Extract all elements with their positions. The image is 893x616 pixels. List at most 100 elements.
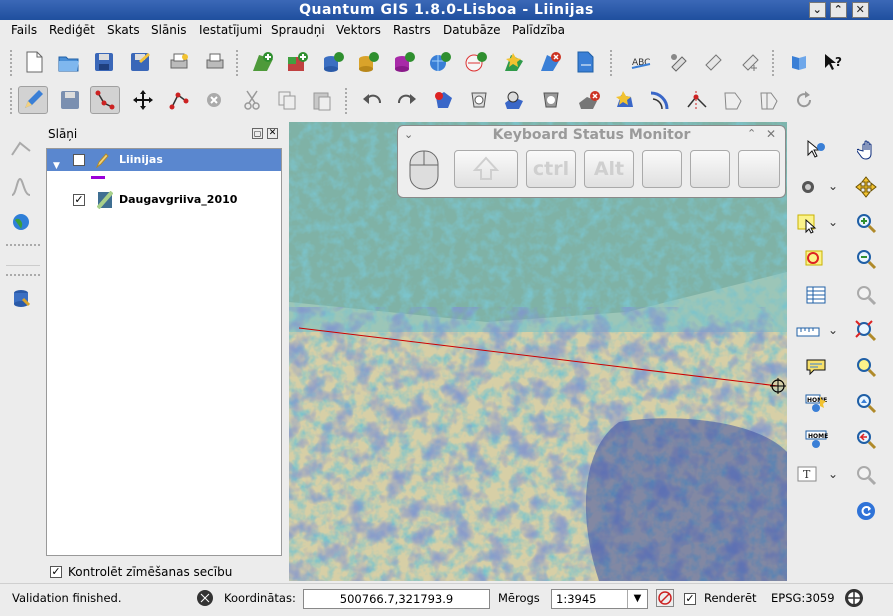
add-part-icon[interactable] <box>500 86 530 114</box>
move-feature-icon[interactable] <box>128 86 158 114</box>
node-tool-icon[interactable] <box>164 86 194 114</box>
add-raster-layer-icon[interactable] <box>283 48 313 76</box>
map-tips-icon[interactable] <box>802 353 830 381</box>
new-bookmark-icon[interactable]: HOME <box>802 389 830 417</box>
menu-help[interactable]: Palīdzība <box>512 23 565 37</box>
label-tool-icon[interactable]: ABC <box>627 48 657 76</box>
add-wms-layer-icon[interactable] <box>425 48 455 76</box>
float-panel-icon[interactable]: ▢ <box>252 128 263 139</box>
open-attribute-table-icon[interactable] <box>802 281 830 309</box>
run-feature-action-icon[interactable] <box>794 173 822 201</box>
menu-view[interactable]: Skats <box>107 23 140 37</box>
new-project-icon[interactable] <box>19 48 49 76</box>
identify-features-icon[interactable] <box>802 136 830 164</box>
crs-status-icon[interactable] <box>843 587 865 612</box>
menu-raster[interactable]: Rastrs <box>393 23 431 37</box>
cut-features-icon[interactable] <box>237 86 267 114</box>
toolbar-grip[interactable] <box>10 50 14 76</box>
layer-item-daugavgriiva[interactable]: ✓ Daugavgriiva_2010 <box>47 189 281 211</box>
deselect-all-icon[interactable] <box>802 245 830 273</box>
minimize-button[interactable]: ⌄ <box>809 2 826 18</box>
layer-visibility-checkbox[interactable]: ✓ <box>73 154 85 166</box>
rotate-point-symbols-icon[interactable] <box>789 86 819 114</box>
ksm-menu-icon[interactable]: ⌄ <box>404 128 413 141</box>
copy-features-icon[interactable] <box>272 86 302 114</box>
toolbar-grip[interactable] <box>236 50 240 76</box>
dropdown-arrow-icon[interactable]: ⌄ <box>828 323 838 337</box>
zoom-in-icon[interactable] <box>852 209 880 237</box>
split-features-icon[interactable] <box>682 86 712 114</box>
move-label-icon[interactable] <box>735 48 765 76</box>
refresh-map-icon[interactable] <box>852 497 880 525</box>
toolbar-grip[interactable] <box>610 50 614 76</box>
menu-settings[interactable]: Iestatījumi <box>199 23 262 37</box>
histogram-icon[interactable] <box>6 172 36 200</box>
select-features-icon[interactable] <box>794 209 822 237</box>
render-checkbox[interactable]: ✓ <box>684 593 696 605</box>
dropdown-arrow-icon[interactable]: ⌄ <box>828 215 838 229</box>
layer-visibility-checkbox[interactable]: ✓ <box>73 194 85 206</box>
toolbar-grip[interactable] <box>10 88 14 114</box>
help-book-icon[interactable] <box>784 48 814 76</box>
dropdown-arrow-icon[interactable]: ⌄ <box>828 467 838 481</box>
open-project-icon[interactable] <box>54 48 84 76</box>
menu-edit[interactable]: Rediģēt <box>49 23 95 37</box>
show-bookmarks-icon[interactable]: HOME <box>802 425 830 453</box>
whats-this-icon[interactable]: ? <box>818 48 848 76</box>
paste-features-icon[interactable] <box>307 86 337 114</box>
merge-features-icon[interactable] <box>718 86 748 114</box>
pan-map-icon[interactable] <box>854 136 882 164</box>
add-postgis-layer-icon[interactable] <box>318 48 348 76</box>
zoom-full-icon[interactable] <box>852 317 880 345</box>
undo-icon[interactable] <box>357 86 387 114</box>
coords-field[interactable]: 500766.7,321793.9 <box>303 589 490 609</box>
delete-selected-icon[interactable] <box>199 86 229 114</box>
add-wcs-layer-icon[interactable] <box>461 48 491 76</box>
save-edits-icon[interactable] <box>55 86 85 114</box>
expand-arrow-icon[interactable]: ▼ <box>53 155 60 177</box>
composer-manager-icon[interactable] <box>200 48 230 76</box>
toggle-editing-icon[interactable] <box>18 86 48 114</box>
stop-render-icon[interactable] <box>656 589 674 607</box>
text-annotation-icon[interactable]: T <box>794 461 822 489</box>
remove-layer-icon[interactable] <box>536 48 566 76</box>
toolbar-grip[interactable] <box>345 88 349 114</box>
zoom-native-resolution-icon[interactable] <box>852 425 880 453</box>
ksm-close-icon[interactable]: ✕ <box>766 127 776 141</box>
menu-layer[interactable]: Slānis <box>151 23 187 37</box>
save-as-icon[interactable] <box>125 48 155 76</box>
add-feature-icon[interactable] <box>90 86 120 114</box>
new-gpx-layer-icon[interactable] <box>571 48 601 76</box>
dropdown-arrow-icon[interactable]: ⌄ <box>828 179 838 193</box>
crs-label[interactable]: EPSG:3059 <box>771 591 835 605</box>
close-panel-icon[interactable]: ✕ <box>267 128 278 139</box>
simplify-feature-icon[interactable] <box>429 86 459 114</box>
zoom-to-layer-icon[interactable] <box>852 389 880 417</box>
new-print-composer-icon[interactable] <box>164 48 194 76</box>
menu-database[interactable]: Datubāze <box>443 23 501 37</box>
zoom-next-icon[interactable] <box>852 461 880 489</box>
toggle-coords-icon[interactable] <box>195 588 215 611</box>
layer-tree[interactable]: ▼ ✓ Liinijas ✓ Daugavgriiva_2010 <box>46 148 282 556</box>
menu-file[interactable]: Fails <box>11 23 37 37</box>
add-mssql-layer-icon[interactable] <box>389 48 419 76</box>
zoom-out-icon[interactable] <box>852 245 880 273</box>
delete-ring-icon[interactable] <box>536 86 566 114</box>
pan-to-selection-icon[interactable] <box>852 173 880 201</box>
show-hide-labels-icon[interactable] <box>698 48 728 76</box>
render-order-row[interactable]: ✓ Kontrolēt zīmēšanas secību <box>48 563 288 581</box>
add-spatialite-layer-icon[interactable] <box>353 48 383 76</box>
redo-icon[interactable] <box>392 86 422 114</box>
render-order-checkbox[interactable]: ✓ <box>50 566 62 578</box>
reshape-features-icon[interactable] <box>610 86 640 114</box>
merge-attributes-icon[interactable] <box>754 86 784 114</box>
add-vertex-edit-icon[interactable] <box>6 136 36 164</box>
scale-combobox[interactable]: 1:3945 ▼ <box>551 589 648 609</box>
maximize-button[interactable]: ⌃ <box>830 2 847 18</box>
offset-curve-icon[interactable] <box>645 86 675 114</box>
menu-vector[interactable]: Vektors <box>336 23 381 37</box>
add-ring-icon[interactable] <box>464 86 494 114</box>
pin-labels-icon[interactable] <box>662 48 692 76</box>
add-vector-layer-icon[interactable] <box>248 48 278 76</box>
ksm-minimize-icon[interactable]: ⌃ <box>747 127 756 140</box>
